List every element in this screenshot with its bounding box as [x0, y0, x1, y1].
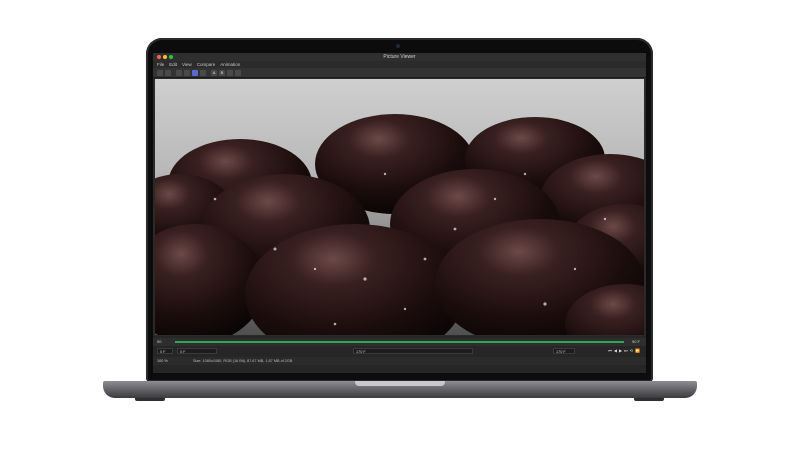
timeline-end: 90 F — [631, 339, 640, 344]
image-viewport[interactable] — [155, 79, 644, 335]
save-icon[interactable] — [165, 69, 171, 76]
timeline-start: 90 — [157, 339, 162, 344]
menu-animation[interactable]: Animation — [220, 61, 240, 68]
current-frame-field[interactable]: 0 F — [157, 348, 173, 354]
frame-field[interactable]: 170 F — [553, 348, 575, 354]
b-icon[interactable]: B — [219, 69, 225, 76]
timeline-scrubber[interactable]: 90 90 F — [153, 338, 646, 346]
lid-notch — [355, 381, 445, 386]
toolbar: A B — [153, 68, 646, 78]
last-frame-button[interactable]: ⏭ — [624, 348, 628, 354]
zoom-level[interactable]: 100 % — [157, 358, 168, 364]
menu-edit[interactable]: Edit — [169, 61, 177, 68]
laptop-foot-left — [135, 398, 165, 401]
menu-file[interactable]: File — [157, 61, 164, 68]
settings-icon[interactable] — [235, 69, 241, 76]
range-start-field[interactable]: 0 F — [177, 348, 217, 354]
first-frame-button[interactable]: ⏮ — [608, 348, 612, 354]
window-title: Picture Viewer — [383, 54, 416, 60]
range-end-field[interactable]: 170 F — [353, 348, 473, 354]
transport-controls: ⏮ ◀ ▶ ⏭ ⟲ ⏩ — [606, 348, 640, 354]
crop-icon[interactable] — [184, 69, 190, 76]
laptop-foot-right — [634, 398, 664, 401]
a-icon[interactable]: A — [211, 69, 217, 76]
menu-view[interactable]: View — [182, 61, 192, 68]
title-bar: Picture Viewer — [153, 53, 646, 61]
timeline-track[interactable] — [175, 341, 624, 343]
status-bar: 100 % Size: 1080x1080, RGB (16 Bit), 87.… — [153, 357, 646, 365]
grid-icon[interactable] — [176, 69, 182, 76]
loop-button[interactable]: ⟲ — [630, 348, 633, 354]
timeline-panel: 90 90 F 0 F 0 F 170 F 170 F ⏮ ◀ ▶ ⏭ ⟲ ⏩ … — [153, 336, 646, 373]
rendered-image — [155, 114, 644, 335]
play-button[interactable]: ▶ — [619, 348, 622, 354]
app-window: Picture Viewer File Edit View Compare An… — [153, 53, 646, 373]
contrast-icon[interactable] — [200, 69, 206, 76]
channels-icon[interactable] — [192, 69, 198, 76]
menu-compare[interactable]: Compare — [197, 61, 216, 68]
prev-frame-button[interactable]: ◀ — [614, 348, 617, 354]
folder-open-icon[interactable] — [157, 69, 163, 76]
compare-icon[interactable] — [227, 69, 233, 76]
menu-bar: File Edit View Compare Animation — [153, 61, 646, 68]
image-info: Size: 1080x1080, RGB (16 Bit), 87.67 MB,… — [193, 359, 293, 363]
fast-forward-button[interactable]: ⏩ — [635, 348, 640, 354]
camera-icon — [396, 44, 400, 48]
timeline-fields: 0 F 0 F 170 F 170 F — [153, 348, 646, 355]
